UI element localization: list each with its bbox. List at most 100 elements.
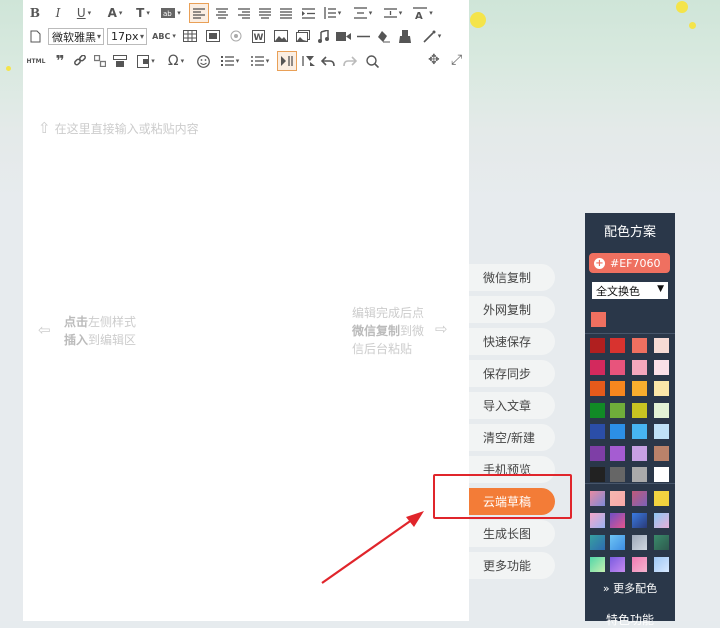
gradient-swatch[interactable] xyxy=(632,557,647,572)
text-direction-rtl-icon[interactable] xyxy=(299,51,317,71)
color-swatch[interactable] xyxy=(654,467,669,482)
color-swatch[interactable] xyxy=(632,467,647,482)
color-swatch[interactable] xyxy=(610,381,625,396)
spellcheck-icon[interactable]: ABC ▾ xyxy=(151,26,177,46)
gradient-swatch[interactable] xyxy=(610,513,625,528)
row-spacing-icon[interactable]: ▾ xyxy=(380,3,406,23)
multi-image-icon[interactable] xyxy=(293,26,313,46)
link-icon[interactable] xyxy=(71,51,89,71)
format-icon[interactable]: ab ▾ xyxy=(158,3,184,23)
gradient-swatch[interactable] xyxy=(654,491,669,506)
gradient-swatch[interactable] xyxy=(610,557,625,572)
indent-icon[interactable] xyxy=(298,3,318,23)
align-distribute-icon[interactable] xyxy=(276,3,296,23)
gradient-swatch[interactable] xyxy=(590,513,605,528)
menu-external-copy[interactable]: 外网复制 xyxy=(469,296,555,323)
align-right-icon[interactable] xyxy=(234,3,254,23)
font-color-icon[interactable]: A ▾ xyxy=(102,3,128,23)
redo-icon[interactable] xyxy=(341,51,359,71)
menu-save-sync[interactable]: 保存同步 xyxy=(469,360,555,387)
html-source-icon[interactable]: HTML xyxy=(25,51,47,71)
color-swatch[interactable] xyxy=(610,445,625,461)
menu-clear-new[interactable]: 清空/新建 xyxy=(469,424,555,451)
text-style-icon[interactable]: T ▾ xyxy=(131,3,155,23)
color-swatch[interactable] xyxy=(590,424,605,439)
color-swatch[interactable] xyxy=(610,402,625,418)
fullscreen-icon[interactable]: ⤢ xyxy=(451,52,462,68)
gradient-swatch[interactable] xyxy=(590,491,605,506)
current-color-swatch[interactable] xyxy=(591,312,606,327)
gradient-swatch[interactable] xyxy=(654,513,669,528)
quote-icon[interactable]: ❞ xyxy=(51,51,69,71)
menu-import-article[interactable]: 导入文章 xyxy=(469,392,555,419)
align-left-icon[interactable] xyxy=(189,3,209,23)
color-swatch[interactable] xyxy=(632,402,647,418)
align-center-icon[interactable] xyxy=(212,3,232,23)
table-icon[interactable] xyxy=(180,26,200,46)
gradient-swatch[interactable] xyxy=(632,513,647,528)
color-swatch[interactable] xyxy=(632,381,647,396)
undo-icon[interactable] xyxy=(319,51,337,71)
color-swatch[interactable] xyxy=(610,359,625,375)
color-swatch[interactable] xyxy=(632,338,647,353)
gradient-swatch[interactable] xyxy=(654,557,669,572)
new-document-icon[interactable] xyxy=(26,26,44,46)
color-swatch[interactable] xyxy=(590,402,605,418)
music-icon[interactable] xyxy=(313,26,333,46)
more-colors-button[interactable]: » 更多配色 xyxy=(585,580,675,596)
color-swatch[interactable] xyxy=(654,359,669,375)
color-swatch[interactable] xyxy=(654,402,669,418)
color-swatch[interactable] xyxy=(632,424,647,439)
ordered-list-icon[interactable]: ▾ xyxy=(217,51,243,71)
color-swatch[interactable] xyxy=(590,381,605,396)
menu-quick-save[interactable]: 快速保存 xyxy=(469,328,555,355)
color-swatch[interactable] xyxy=(610,424,625,439)
color-swatch[interactable] xyxy=(590,359,605,375)
italic-icon[interactable]: I xyxy=(49,3,67,23)
format-painter-icon[interactable] xyxy=(395,26,415,46)
gradient-swatch[interactable] xyxy=(632,491,647,506)
template-icon[interactable]: ▾ xyxy=(133,51,159,71)
clear-format-icon[interactable] xyxy=(373,26,393,46)
color-picker-button[interactable]: + #EF7060 xyxy=(589,253,670,273)
gradient-swatch[interactable] xyxy=(654,535,669,550)
magic-wand-icon[interactable]: ▾ xyxy=(419,26,445,46)
letter-spacing-icon[interactable]: A ▾ xyxy=(410,3,436,23)
menu-long-image[interactable]: 生成长图 xyxy=(469,520,555,547)
move-icon[interactable]: ✥ xyxy=(428,52,440,68)
gradient-swatch[interactable] xyxy=(610,535,625,550)
gradient-swatch[interactable] xyxy=(610,491,625,506)
find-replace-icon[interactable] xyxy=(363,51,381,71)
emoji-icon[interactable] xyxy=(193,51,213,71)
font-family-select[interactable]: 微软雅黑 ▾ xyxy=(48,28,104,45)
color-swatch[interactable] xyxy=(654,381,669,396)
gradient-swatch[interactable] xyxy=(632,535,647,550)
color-swatch[interactable] xyxy=(610,338,625,353)
gradient-swatch[interactable] xyxy=(590,557,605,572)
color-swatch[interactable] xyxy=(632,445,647,461)
unordered-list-icon[interactable]: ▾ xyxy=(247,51,273,71)
color-swatch[interactable] xyxy=(590,467,605,482)
image-icon[interactable] xyxy=(203,26,223,46)
font-size-select[interactable]: 17px ▾ xyxy=(107,28,147,45)
color-swatch[interactable] xyxy=(590,338,605,353)
unlink-icon[interactable] xyxy=(91,51,109,71)
line-spacing-icon[interactable]: ▾ xyxy=(319,3,345,23)
gradient-swatch[interactable] xyxy=(590,535,605,550)
menu-more-features[interactable]: 更多功能 xyxy=(469,552,555,579)
color-scope-select[interactable]: 全文换色 ▼ xyxy=(592,282,668,299)
picture-icon[interactable] xyxy=(271,26,291,46)
horizontal-rule-icon[interactable] xyxy=(353,26,373,46)
color-swatch[interactable] xyxy=(654,445,669,461)
underline-icon[interactable]: U ▾ xyxy=(71,3,97,23)
paragraph-spacing-icon[interactable]: ▾ xyxy=(350,3,376,23)
bold-icon[interactable]: B xyxy=(26,3,44,23)
menu-wechat-copy[interactable]: 微信复制 xyxy=(469,264,555,291)
align-justify-icon[interactable] xyxy=(255,3,275,23)
special-char-icon[interactable]: Ω ▾ xyxy=(163,51,189,71)
color-swatch[interactable] xyxy=(654,338,669,353)
color-swatch[interactable] xyxy=(610,467,625,482)
word-import-icon[interactable]: W xyxy=(248,26,268,46)
video-icon[interactable] xyxy=(333,26,353,46)
text-direction-ltr-icon[interactable] xyxy=(277,51,297,71)
